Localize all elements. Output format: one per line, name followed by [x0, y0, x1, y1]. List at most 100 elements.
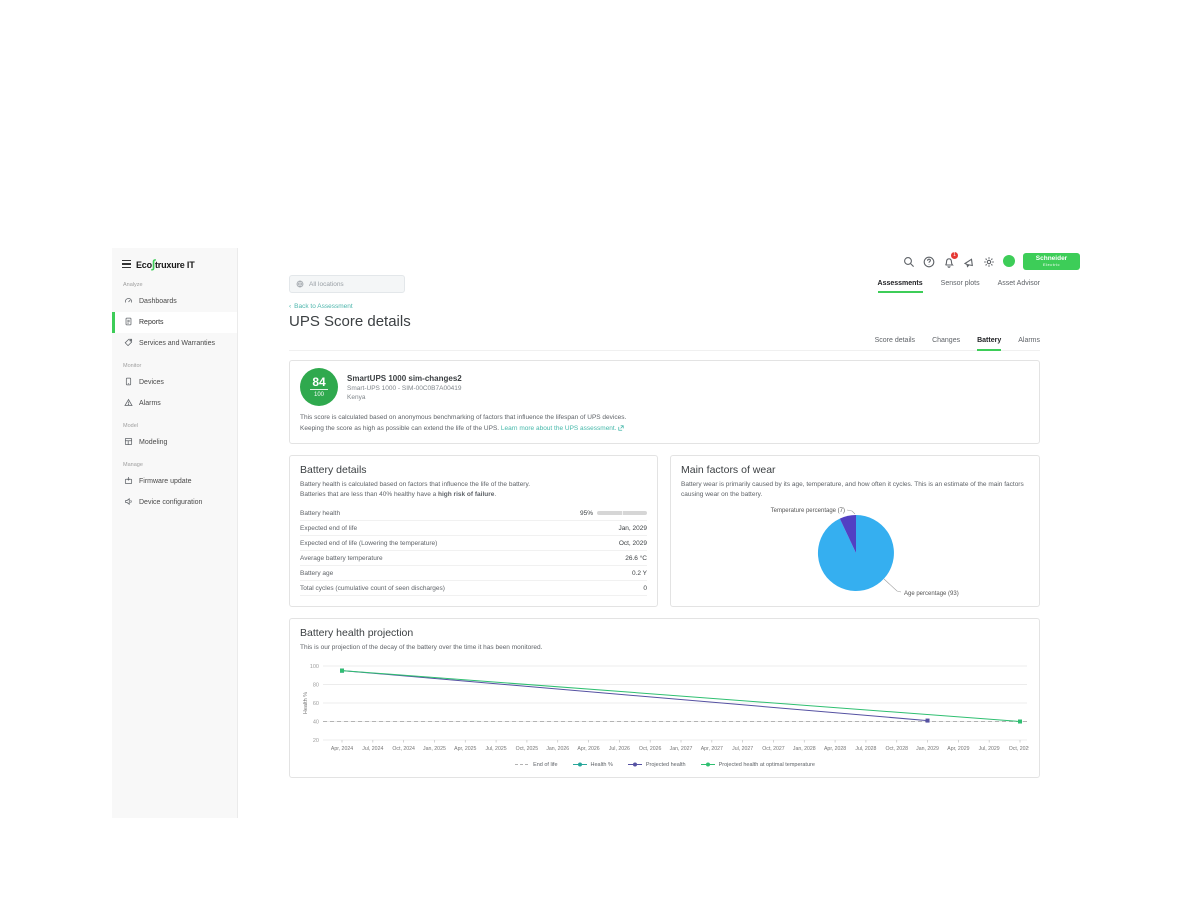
table-row: Battery age0.2 Y — [300, 566, 647, 581]
battery-health-bar — [597, 511, 647, 515]
row-value: 0 — [643, 585, 647, 592]
svg-text:60: 60 — [313, 701, 319, 707]
row-label: Expected end of life (Lowering the tempe… — [300, 540, 437, 547]
legend-item-projected-health-at-optimal-temperature: Projected health at optimal temperature — [700, 761, 815, 768]
dashboards-icon — [124, 296, 133, 307]
sidebar-item-label: Reports — [139, 319, 164, 326]
row-label: Average battery temperature — [300, 555, 383, 562]
row-label: Total cycles (cumulative count of seen d… — [300, 585, 445, 592]
score-description: This score is calculated based on anonym… — [300, 412, 1029, 435]
sidebar-item-modeling[interactable]: Modeling — [112, 432, 237, 453]
svg-text:Jul, 2024: Jul, 2024 — [362, 746, 383, 752]
user-avatar[interactable] — [1003, 255, 1015, 267]
marker-projected-health-at-optimal-temperature[interactable] — [1018, 720, 1022, 724]
schneider-electric-logo[interactable]: Schneider Electric — [1023, 253, 1080, 270]
svg-text:Jan, 2027: Jan, 2027 — [670, 746, 693, 752]
search-icon[interactable] — [903, 255, 915, 267]
subtab-score-details[interactable]: Score details — [875, 337, 915, 351]
brand-line1: Schneider — [1023, 255, 1080, 262]
firmware-icon — [124, 476, 133, 487]
marker-projected-health[interactable] — [926, 719, 930, 723]
sidebar-item-device-configuration[interactable]: Device configuration — [112, 492, 237, 513]
subtab-alarms[interactable]: Alarms — [1018, 337, 1040, 351]
sidebar-item-services-and-warranties[interactable]: Services and Warranties — [112, 333, 237, 354]
row-label: Expected end of life — [300, 525, 357, 532]
device-location: Kenya — [347, 394, 462, 401]
sidebar-item-label: Modeling — [139, 439, 167, 446]
sidebar-item-label: Device configuration — [139, 499, 202, 506]
tab-assessments[interactable]: Assessments — [878, 280, 923, 293]
svg-text:20: 20 — [313, 738, 319, 744]
tab-sensor-plots[interactable]: Sensor plots — [941, 280, 980, 293]
main-area: 1 Schneider Electric All locations Asses… — [238, 248, 1090, 818]
help-icon[interactable] — [923, 255, 935, 267]
chevron-left-icon: ‹ — [289, 303, 291, 310]
svg-text:80: 80 — [313, 683, 319, 689]
table-row: Expected end of lifeJan, 2029 — [300, 521, 647, 536]
marker-projected-health-at-optimal-temperature[interactable] — [340, 669, 344, 673]
svg-text:Jan, 2026: Jan, 2026 — [546, 746, 569, 752]
subtabs: Score details Changes Battery Alarms — [289, 337, 1040, 351]
pie-label-age: Age percentage (93) — [904, 591, 959, 597]
wear-factors-title: Main factors of wear — [681, 464, 1029, 476]
score-max: 100 — [310, 389, 328, 399]
device-name: SmartUPS 1000 sim-changes2 — [347, 374, 462, 383]
sidebar-section-label: Monitor — [112, 354, 237, 372]
settings-icon[interactable] — [983, 255, 995, 267]
legend-item-end-of-life: End of life — [514, 761, 557, 768]
devices-icon — [124, 377, 133, 388]
menu-icon[interactable] — [122, 260, 131, 268]
topbar: 1 Schneider Electric — [238, 248, 1090, 270]
sidebar-item-label: Dashboards — [139, 298, 177, 305]
notifications-icon[interactable]: 1 — [943, 255, 955, 267]
row-value: 0.2 Y — [632, 570, 647, 577]
svg-text:Apr, 2029: Apr, 2029 — [947, 746, 969, 752]
back-link-label: Back to Assessment — [294, 303, 353, 310]
svg-text:40: 40 — [313, 720, 319, 726]
sidebar-item-firmware-update[interactable]: Firmware update — [112, 471, 237, 492]
row-value: Oct, 2029 — [619, 540, 647, 547]
svg-text:Jul, 2025: Jul, 2025 — [486, 746, 507, 752]
notification-badge: 1 — [951, 252, 958, 259]
app-window: Eco∫truxure IT AnalyzeDashboardsReportsS… — [112, 248, 1088, 818]
svg-text:Jan, 2029: Jan, 2029 — [916, 746, 939, 752]
subtab-changes[interactable]: Changes — [932, 337, 960, 351]
content: All locations Assessments Sensor plots Ass… — [238, 275, 1090, 778]
device-model: Smart-UPS 1000 - SIM-00C0B7A00419 — [347, 385, 462, 392]
legend-item-projected-health: Projected health — [627, 761, 686, 768]
battery-details-card: Battery details Battery health is calcul… — [289, 455, 658, 607]
svg-text:Oct, 2024: Oct, 2024 — [392, 746, 415, 752]
learn-more-link[interactable]: Learn more about the UPS assessment. — [501, 425, 617, 432]
subtab-battery[interactable]: Battery — [977, 337, 1001, 351]
brand-line2: Electric — [1023, 262, 1080, 267]
table-row: Expected end of life (Lowering the tempe… — [300, 536, 647, 551]
battery-details-title: Battery details — [300, 464, 647, 476]
projection-title: Battery health projection — [300, 627, 1029, 639]
globe-icon — [296, 280, 304, 288]
svg-text:Jul, 2027: Jul, 2027 — [732, 746, 753, 752]
sidebar-item-label: Services and Warranties — [139, 340, 215, 347]
location-filter-input[interactable]: All locations — [289, 275, 405, 293]
alarms-icon — [124, 398, 133, 409]
back-to-assessment-link[interactable]: ‹ Back to Assessment — [289, 303, 1040, 310]
sidebar-item-alarms[interactable]: Alarms — [112, 393, 237, 414]
table-row: Total cycles (cumulative count of seen d… — [300, 581, 647, 596]
sidebar-item-reports[interactable]: Reports — [112, 312, 237, 333]
wear-factors-description: Battery wear is primarily caused by its … — [681, 480, 1029, 501]
svg-text:Oct, 2025: Oct, 2025 — [516, 746, 539, 752]
page-title: UPS Score details — [289, 313, 1040, 330]
modeling-icon — [124, 437, 133, 448]
feedback-icon[interactable] — [963, 255, 975, 267]
table-row: Average battery temperature26.6 °C — [300, 551, 647, 566]
sidebar-item-dashboards[interactable]: Dashboards — [112, 291, 237, 312]
legend-item-health: Health % — [572, 761, 613, 768]
score-badge: 84 100 — [300, 368, 338, 406]
battery-details-description: Battery health is calculated based on fa… — [300, 480, 647, 501]
wear-factors-card: Main factors of wear Battery wear is pri… — [670, 455, 1040, 607]
y-axis-label: Health % — [303, 692, 309, 714]
tab-asset-advisor[interactable]: Asset Advisor — [998, 280, 1040, 293]
svg-text:Oct, 2026: Oct, 2026 — [639, 746, 662, 752]
svg-text:Apr, 2027: Apr, 2027 — [701, 746, 723, 752]
sidebar-item-devices[interactable]: Devices — [112, 372, 237, 393]
sidebar-item-label: Firmware update — [139, 478, 192, 485]
